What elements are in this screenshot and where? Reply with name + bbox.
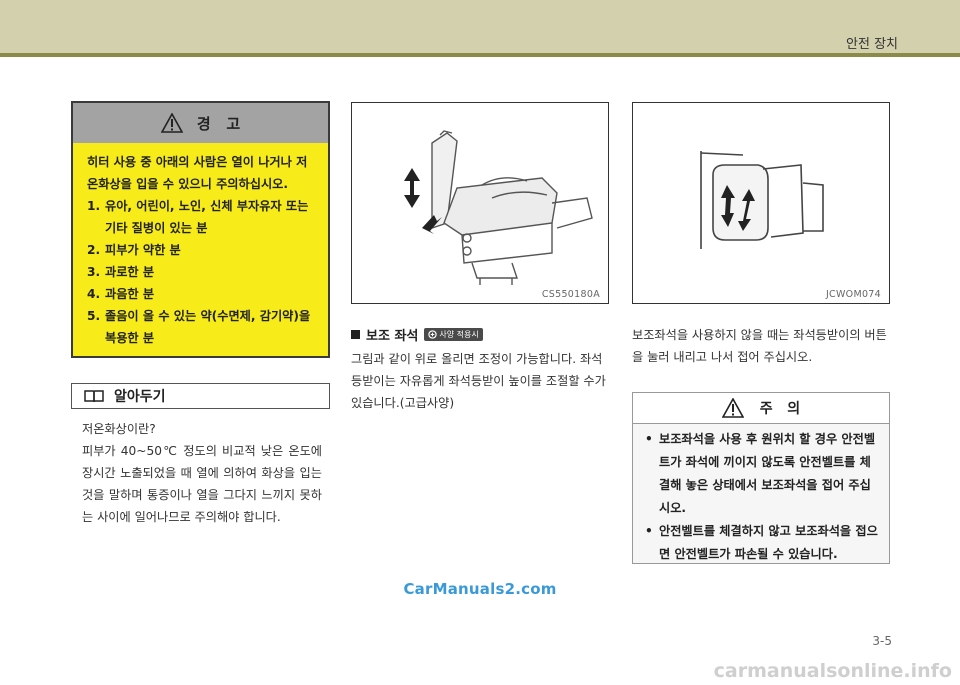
warning-triangle-icon xyxy=(160,113,183,133)
section-title-text: 보조 좌석 xyxy=(366,329,419,344)
warning-item: 5. 졸음이 올 수 있는 약(수면제, 감기약)을 복용한 분 xyxy=(87,309,311,345)
warning-item: 4. 과음한 분 xyxy=(87,287,155,301)
warning-box: 경 고 히터 사용 중 아래의 사람은 열이 나거나 저온화상을 입을 수 있으… xyxy=(71,101,330,358)
warning-item: 2. 피부가 약한 분 xyxy=(87,243,181,257)
caution-triangle-icon xyxy=(721,398,744,418)
figure-seat-fold: JCWOM074 xyxy=(632,102,890,304)
footer-watermark: carmanualsonline.info xyxy=(713,660,952,682)
watermark-link[interactable]: CarManuals2.com xyxy=(0,580,960,598)
note-body: 피부가 40~50℃ 정도의 비교적 낮은 온도에 장시간 노출되었을 때 열에… xyxy=(82,444,322,524)
figure-code: JCWOM074 xyxy=(825,289,881,300)
caution-heading: 주 의 xyxy=(633,393,889,424)
section-title: 보조 좌석 사양 적용시 xyxy=(351,325,483,344)
warning-item: 3. 과로한 분 xyxy=(87,265,155,279)
warning-heading: 경 고 xyxy=(73,103,328,143)
caution-box: 주 의 • 보조좌석을 사용 후 원위치 할 경우 안전벨트가 좌석에 끼이지 않… xyxy=(632,392,890,564)
warning-intro: 히터 사용 중 아래의 사람은 열이 나거나 저온화상을 입을 수 있으니 주의… xyxy=(87,155,308,191)
note-heading: 알아두기 xyxy=(71,383,330,409)
fold-instruction-text: 보조좌석을 사용하지 않을 때는 좌석등받이의 버튼을 눌러 내리고 나서 접어… xyxy=(632,328,887,364)
seat-lever-illustration-icon xyxy=(700,151,824,249)
figure-code: CS550180A xyxy=(541,289,600,300)
note-heading-text: 알아두기 xyxy=(114,389,166,405)
header-rule xyxy=(0,53,960,57)
caution-body: • 보조좌석을 사용 후 원위치 할 경우 안전벨트가 좌석에 끼이지 않도록 안… xyxy=(633,424,889,566)
caution-item: • 보조좌석을 사용 후 원위치 할 경우 안전벨트가 좌석에 끼이지 않도록 안… xyxy=(645,432,876,515)
chapter-title: 안전 장치 xyxy=(846,37,898,52)
square-bullet-icon xyxy=(351,330,360,339)
note-text: 저온화상이란? 피부가 40~50℃ 정도의 비교적 낮은 온도에 장시간 노출… xyxy=(82,418,322,528)
option-badge: 사양 적용시 xyxy=(424,328,483,341)
warning-body: 히터 사용 중 아래의 사람은 열이 나거나 저온화상을 입을 수 있으니 주의… xyxy=(73,143,328,349)
option-icon xyxy=(428,330,438,339)
seat-illustration-icon xyxy=(404,130,593,285)
book-icon xyxy=(84,390,104,403)
header-bar xyxy=(0,0,960,53)
figure-seat-raise: CS550180A xyxy=(351,102,609,304)
caution-heading-text: 주 의 xyxy=(759,401,801,417)
section-body: 그림과 같이 위로 올리면 조정이 가능합니다. 좌석등받이는 자유롭게 좌석등… xyxy=(351,352,606,410)
warning-item: 1. 유아, 어린이, 노인, 신체 부자유자 또는 기타 질병이 있는 분 xyxy=(87,199,309,235)
warning-heading-text: 경 고 xyxy=(196,114,241,133)
caution-item: • 안전벨트를 체결하지 않고 보조좌석을 접으면 안전벨트가 파손될 수 있습니… xyxy=(645,524,878,561)
note-question: 저온화상이란? xyxy=(82,422,156,436)
page-number: 3-5 xyxy=(872,634,892,648)
